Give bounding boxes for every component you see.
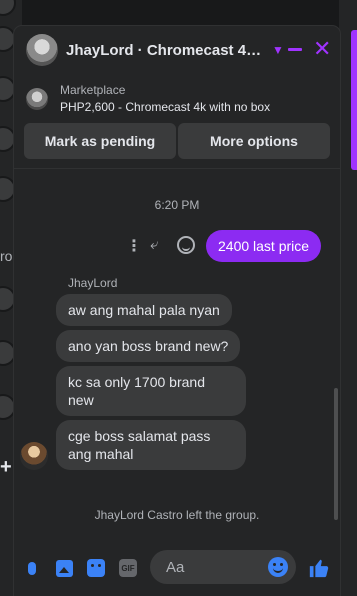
listing-title: PHP2,600 - Chromecast 4k with no box <box>60 100 271 114</box>
close-icon[interactable]: ✕ <box>313 38 331 60</box>
emoji-icon[interactable] <box>268 557 288 577</box>
incoming-messages: aw ang mahal pala nyan ano yan boss bran… <box>56 294 296 474</box>
more-icon[interactable]: ⋮ <box>126 236 142 256</box>
listing-text: Marketplace PHP2,600 - Chromecast 4k wit… <box>60 82 270 116</box>
outgoing-message-row: ⋮ ⤶ 2400 last price <box>14 230 340 262</box>
contact-avatar[interactable] <box>0 0 16 16</box>
sender-avatar[interactable] <box>20 442 48 470</box>
more-options-button[interactable]: More options <box>178 123 330 159</box>
incoming-message[interactable]: ano yan boss brand new? <box>56 330 241 362</box>
contact-avatar[interactable] <box>26 34 58 66</box>
message-input[interactable]: Aa <box>150 550 296 584</box>
incoming-message[interactable]: kc sa only 1700 brand new <box>56 366 246 416</box>
chat-title[interactable]: JhayLord · Chromecast 4k... <box>66 42 262 59</box>
chat-header[interactable]: JhayLord · Chromecast 4k... ▼ ✕ <box>14 26 340 74</box>
listing-actions: Mark as pending More options <box>24 123 330 159</box>
mark-as-pending-button[interactable]: Mark as pending <box>24 123 176 159</box>
microphone-icon[interactable] <box>22 558 42 578</box>
minimize-icon[interactable] <box>288 48 302 51</box>
system-message: JhayLord Castro left the group. <box>94 508 260 522</box>
sender-name: JhayLord <box>68 276 118 290</box>
incoming-message[interactable]: cge boss salamat pass ang mahal <box>56 420 246 470</box>
divider <box>14 168 340 169</box>
reply-icon[interactable]: ⤶ <box>150 236 158 253</box>
message-composer: GIF Aa <box>14 546 340 588</box>
chevron-down-icon[interactable]: ▼ <box>272 43 284 57</box>
outgoing-message[interactable]: 2400 last price <box>206 230 322 262</box>
listing-thumbnail <box>26 88 48 110</box>
message-timestamp: 6:20 PM <box>154 198 200 212</box>
marketplace-listing[interactable]: Marketplace PHP2,600 - Chromecast 4k wit… <box>14 76 340 122</box>
image-icon[interactable] <box>54 558 74 578</box>
sidebar-partial-text: ro <box>0 248 13 264</box>
scrollbar[interactable] <box>334 388 338 520</box>
gif-icon[interactable]: GIF <box>118 558 138 578</box>
incoming-message[interactable]: aw ang mahal pala nyan <box>56 294 232 326</box>
accent-bar <box>351 30 357 170</box>
thumbs-up-icon[interactable] <box>308 557 330 579</box>
sticker-icon[interactable] <box>86 558 106 578</box>
screen: ro + JhayLord · Chromecast 4k... ▼ ✕ Mar… <box>0 0 357 596</box>
plus-icon[interactable]: + <box>0 456 12 479</box>
react-icon[interactable] <box>177 236 195 254</box>
chat-window: JhayLord · Chromecast 4k... ▼ ✕ Marketpl… <box>14 26 340 596</box>
input-placeholder: Aa <box>166 559 185 576</box>
background-page-edge <box>339 0 357 596</box>
marketplace-label: Marketplace <box>60 83 126 97</box>
